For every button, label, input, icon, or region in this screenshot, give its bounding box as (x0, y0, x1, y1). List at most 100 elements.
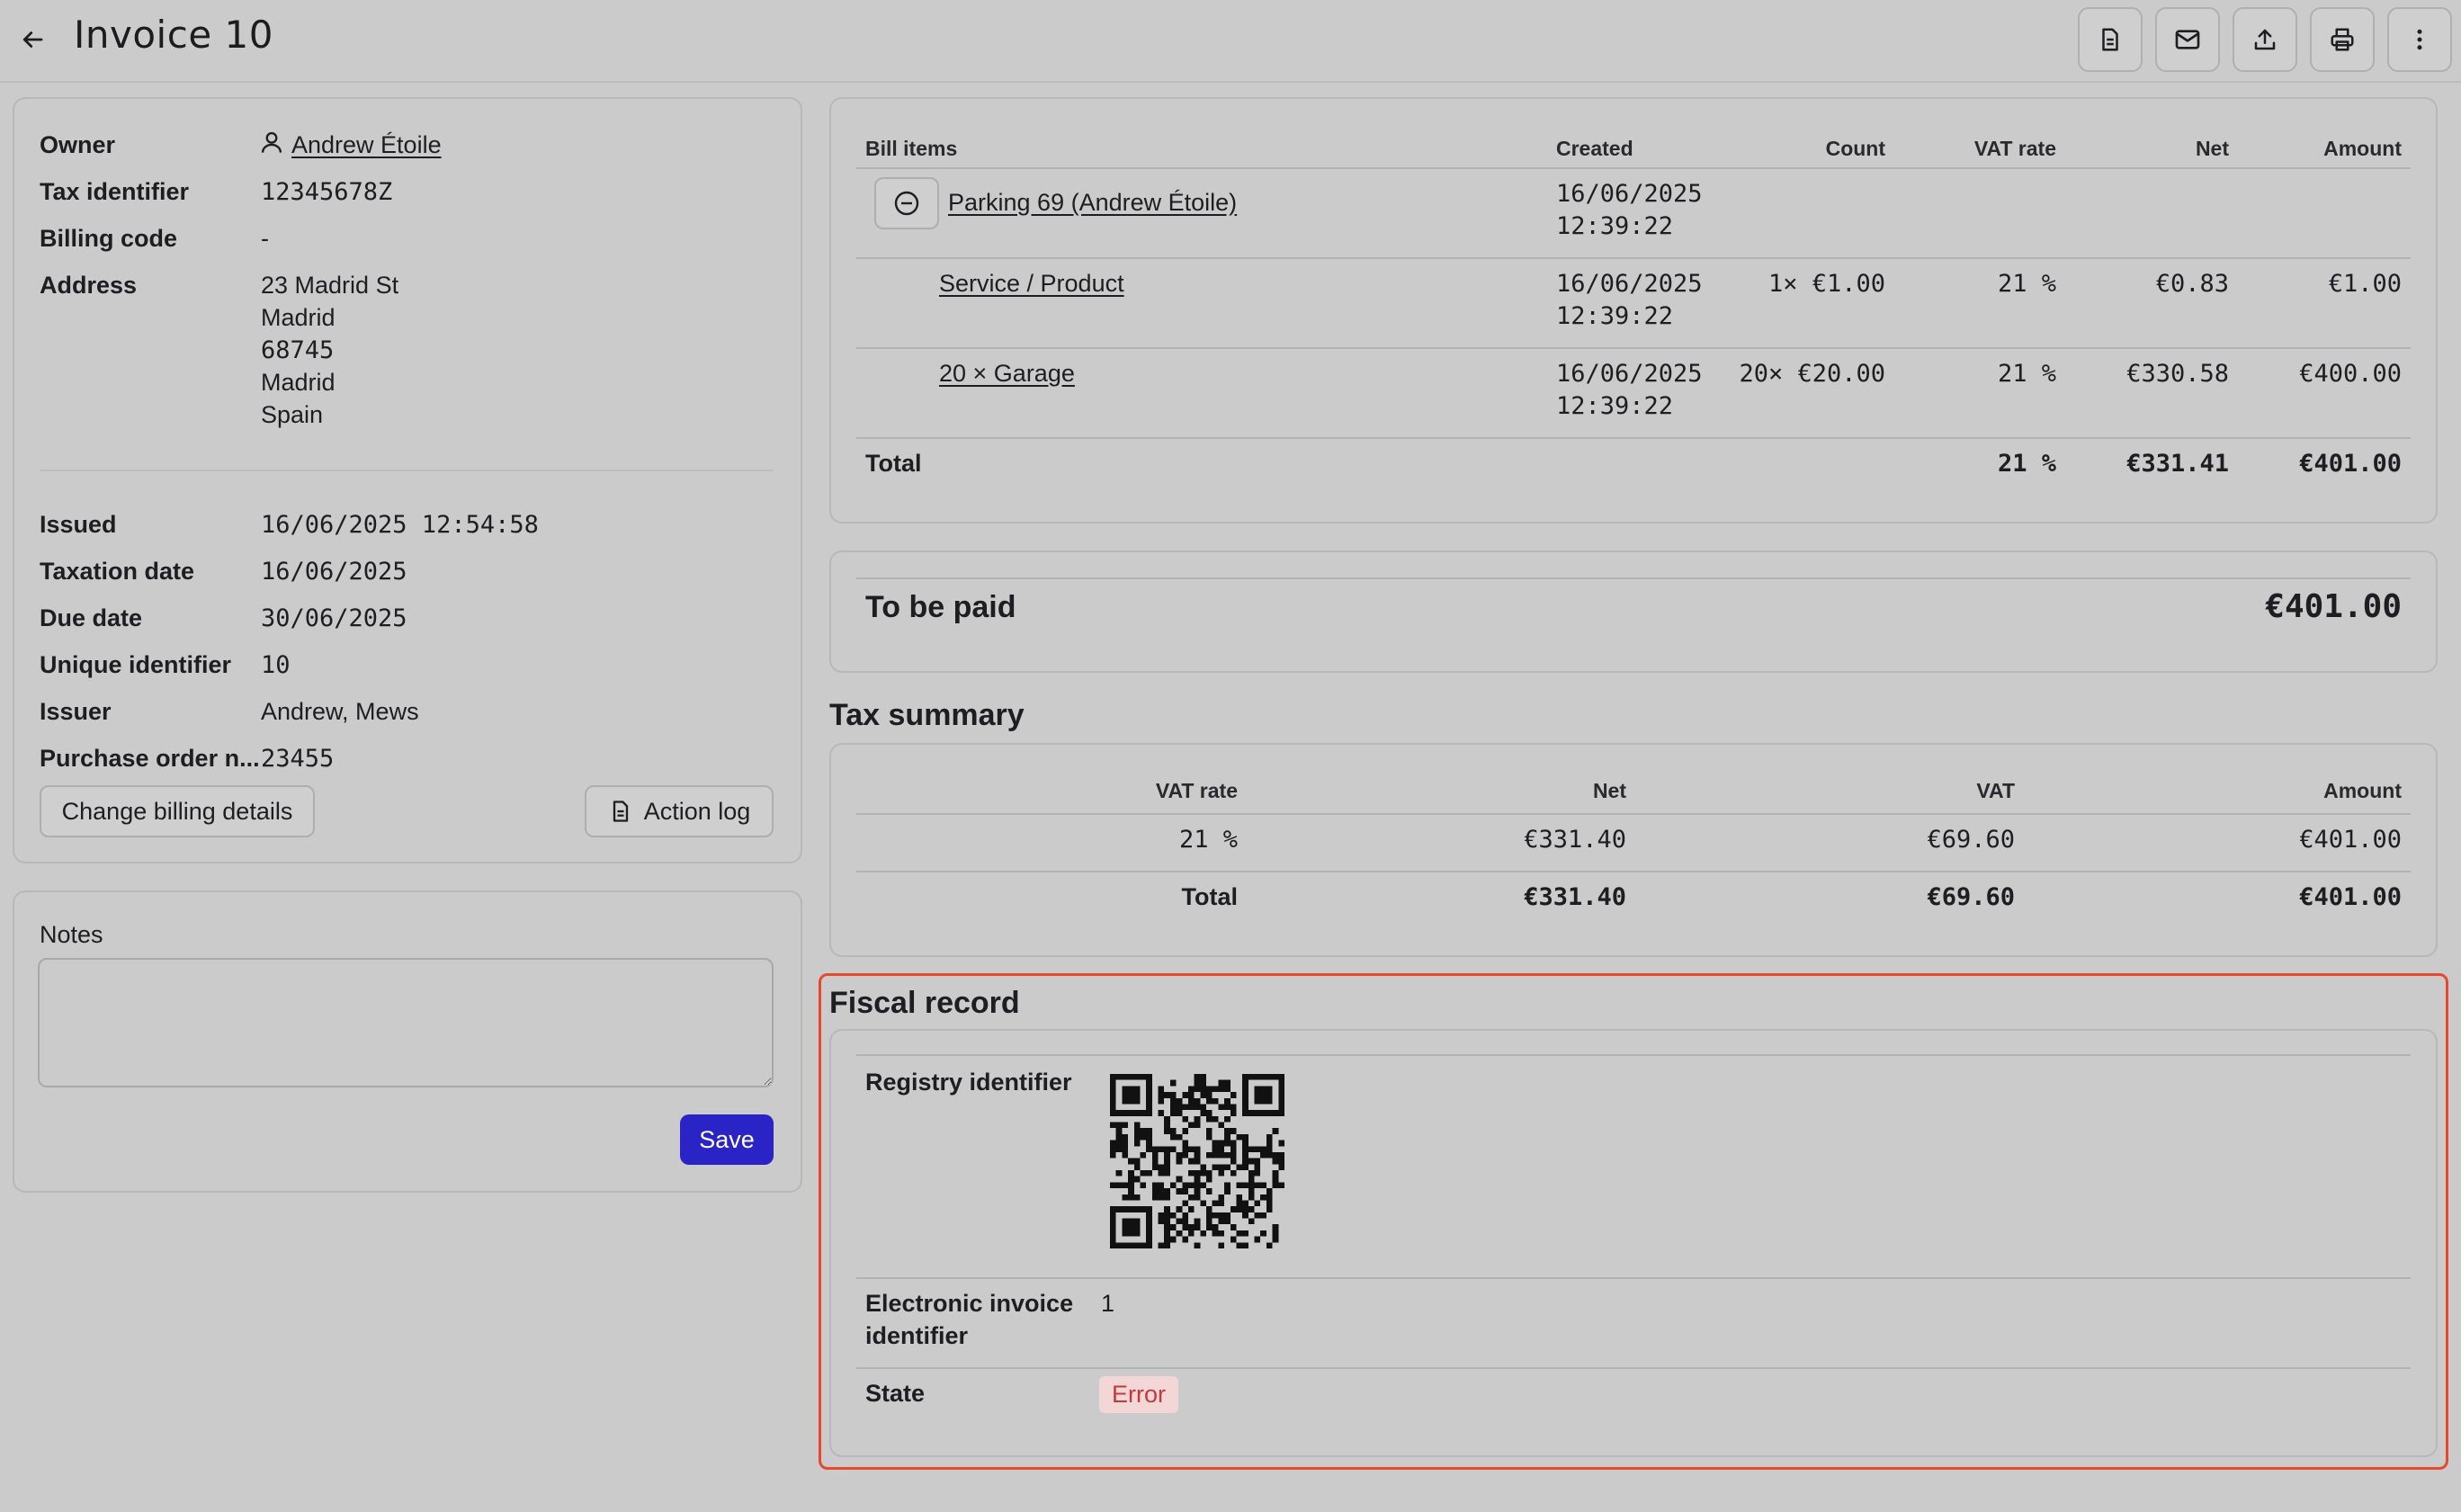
tax-identifier-value: 12345678Z (261, 178, 393, 206)
issuer-label: Issuer (40, 698, 112, 725)
divider (40, 470, 774, 471)
address-label: Address (40, 272, 138, 299)
document-icon (613, 801, 628, 822)
notes-textarea[interactable] (38, 958, 774, 1087)
address-line: Madrid (261, 369, 336, 396)
printer-icon (2331, 28, 2354, 51)
unique-identifier-value: 10 (261, 651, 291, 679)
more-vertical-icon (2417, 29, 2422, 50)
electronic-invoice-label: Electronic invoice (865, 1290, 1074, 1317)
item-count: 20× €20.00 (1739, 360, 1885, 388)
created-date: 16/06/2025 (1556, 180, 1703, 208)
divider (856, 437, 2411, 439)
issued-label: Issued (40, 511, 117, 538)
action-log-button[interactable]: Action log (585, 785, 774, 837)
fiscal-record-title: Fiscal record (829, 986, 1020, 1020)
page-title: Invoice 10 (74, 13, 273, 57)
divider (856, 167, 2411, 169)
item-amount: €1.00 (2328, 270, 2402, 298)
page-header: Invoice 10 (0, 0, 2461, 83)
divider (856, 347, 2411, 349)
col-header-vat: VAT (1976, 779, 2015, 802)
document-icon (2102, 28, 2118, 51)
print-button[interactable] (2310, 7, 2375, 72)
bill-total-label: Total (865, 450, 922, 477)
mail-icon (2175, 30, 2200, 49)
owner-link[interactable]: Andrew Étoile (291, 131, 442, 159)
issued-value: 16/06/2025 12:54:58 (261, 511, 539, 539)
tax-vat: €69.60 (1927, 826, 2015, 854)
upload-icon (2254, 29, 2276, 50)
minus-circle-icon (894, 191, 919, 216)
taxation-date-label: Taxation date (40, 558, 195, 585)
document-button[interactable] (2078, 7, 2143, 72)
owner-label: Owner (40, 131, 116, 158)
address-line: Madrid (261, 304, 336, 331)
due-date-label: Due date (40, 604, 143, 631)
tax-net: €331.40 (1524, 826, 1626, 854)
billing-code-label: Billing code (40, 225, 178, 252)
change-billing-details-button[interactable]: Change billing details (40, 785, 315, 837)
unique-identifier-label: Unique identifier (40, 651, 232, 678)
email-button[interactable] (2155, 7, 2220, 72)
created-time: 12:39:22 (1556, 212, 1674, 240)
col-header-created: Created (1556, 137, 1633, 160)
registry-identifier-label: Registry identifier (865, 1069, 1072, 1096)
action-log-label: Action log (643, 797, 751, 825)
bill-item-parent-link[interactable]: Parking 69 (Andrew Étoile) (948, 189, 1237, 217)
tax-total-vat: €69.60 (1927, 883, 2015, 911)
bill-total-amount: €401.00 (2299, 450, 2402, 478)
billing-code-value: - (261, 225, 269, 252)
address-line: 68745 (261, 336, 335, 364)
item-net: €330.58 (2126, 360, 2229, 388)
tax-summary-title: Tax summary (829, 698, 1025, 732)
electronic-invoice-value: 1 (1101, 1290, 1115, 1317)
col-header-vat-rate: VAT rate (1155, 779, 1238, 802)
divider (856, 813, 2411, 815)
item-net: €0.83 (2155, 270, 2229, 298)
bill-total-net: €331.41 (2126, 450, 2229, 478)
state-error-badge: Error (1099, 1376, 1178, 1413)
item-vat-rate: 21 % (1997, 360, 2056, 388)
back-button[interactable] (13, 20, 52, 59)
more-options-button[interactable] (2387, 7, 2452, 72)
col-header-net: Net (1592, 779, 1626, 802)
collapse-button[interactable] (874, 177, 939, 229)
user-icon (261, 131, 282, 153)
issuer-value: Andrew, Mews (261, 698, 419, 725)
bill-total-vat-rate: 21 % (1997, 450, 2056, 478)
divider (856, 577, 2411, 579)
divider (856, 871, 2411, 872)
item-vat-rate: 21 % (1997, 270, 2056, 298)
created-time: 12:39:22 (1556, 302, 1674, 330)
export-button[interactable] (2233, 7, 2297, 72)
tax-identifier-label: Tax identifier (40, 178, 190, 205)
created-date: 16/06/2025 (1556, 270, 1703, 298)
purchase-order-label: Purchase order n... (40, 745, 260, 772)
taxation-date-value: 16/06/2025 (261, 558, 407, 586)
created-date: 16/06/2025 (1556, 360, 1703, 388)
to-be-paid-label: To be paid (865, 590, 1016, 624)
bill-item-link[interactable]: Service / Product (939, 270, 1124, 298)
col-header-vat-rate: VAT rate (1973, 137, 2056, 160)
item-count: 1× €1.00 (1767, 270, 1885, 298)
save-button[interactable]: Save (680, 1114, 774, 1165)
created-time: 12:39:22 (1556, 392, 1674, 420)
tax-total-amount: €401.00 (2299, 883, 2402, 911)
tax-total-net: €331.40 (1524, 883, 1626, 911)
col-header-net: Net (2195, 137, 2229, 160)
col-header-amount: Amount (2323, 779, 2402, 802)
tax-amount: €401.00 (2299, 826, 2402, 854)
divider (856, 1277, 2411, 1279)
electronic-invoice-label: identifier (865, 1322, 969, 1349)
to-be-paid-amount: €401.00 (2265, 588, 2402, 625)
qr-code (1110, 1074, 1284, 1248)
col-header-amount: Amount (2323, 137, 2402, 160)
arrow-left-icon (22, 31, 43, 48)
state-label: State (865, 1380, 926, 1407)
notes-label: Notes (40, 921, 103, 948)
divider (856, 257, 2411, 259)
bill-item-link[interactable]: 20 × Garage (939, 360, 1075, 388)
address-line: 23 Madrid St (261, 272, 399, 299)
tax-vat-rate: 21 % (1178, 826, 1238, 854)
